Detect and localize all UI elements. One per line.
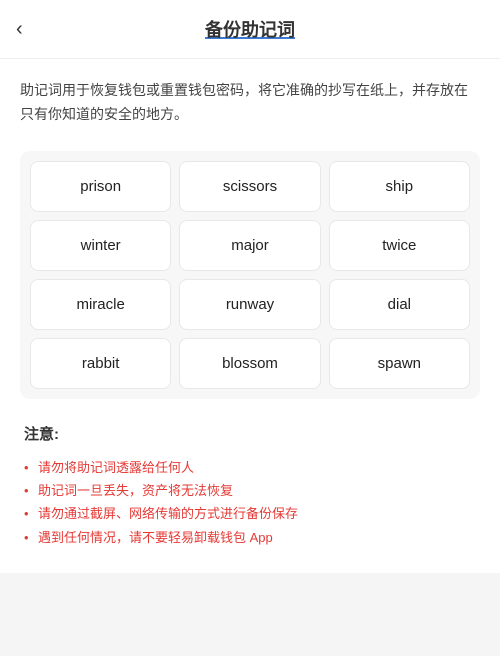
back-icon: ‹ [16,18,23,41]
mnemonic-word: twice [329,220,470,271]
mnemonic-word: miracle [30,279,171,330]
description-text: 助记词用于恢复钱包或重置钱包密码，将它准确的抄写在纸上，并存放在只有你知道的安全… [20,79,480,127]
notice-title: 注意: [24,423,476,444]
mnemonic-word: blossom [179,338,320,389]
notice-list: 请勿将助记词透露给任何人助记词一旦丢失，资产将无法恢复请勿通过截屏、网络传输的方… [24,456,476,550]
mnemonic-word: scissors [179,161,320,212]
mnemonic-word: spawn [329,338,470,389]
mnemonic-word: dial [329,279,470,330]
mnemonic-word: major [179,220,320,271]
mnemonic-word: runway [179,279,320,330]
mnemonic-grid: prisonscissorsship wintermajortwice miracl… [30,161,470,389]
mnemonic-word: winter [30,220,171,271]
mnemonic-grid-wrapper: prisonscissorsship wintermajortwice miracl… [20,151,480,399]
mnemonic-word: prison [30,161,171,212]
main-content: 助记词用于恢复钱包或重置钱包密码，将它准确的抄写在纸上，并存放在只有你知道的安全… [0,59,500,573]
notice-item: 助记词一旦丢失，资产将无法恢复 [24,479,476,502]
notice-section: 注意: 请勿将助记词透露给任何人助记词一旦丢失，资产将无法恢复请勿通过截屏、网络… [20,423,480,550]
back-button[interactable]: ‹ [16,18,23,41]
notice-item: 请勿通过截屏、网络传输的方式进行备份保存 [24,502,476,525]
mnemonic-word: ship [329,161,470,212]
page-title: 备份助记词 [205,16,295,42]
header: ‹ 备份助记词 [0,0,500,59]
notice-item: 遇到任何情况，请不要轻易卸载钱包 App [24,526,476,549]
notice-item: 请勿将助记词透露给任何人 [24,456,476,479]
mnemonic-word: rabbit [30,338,171,389]
